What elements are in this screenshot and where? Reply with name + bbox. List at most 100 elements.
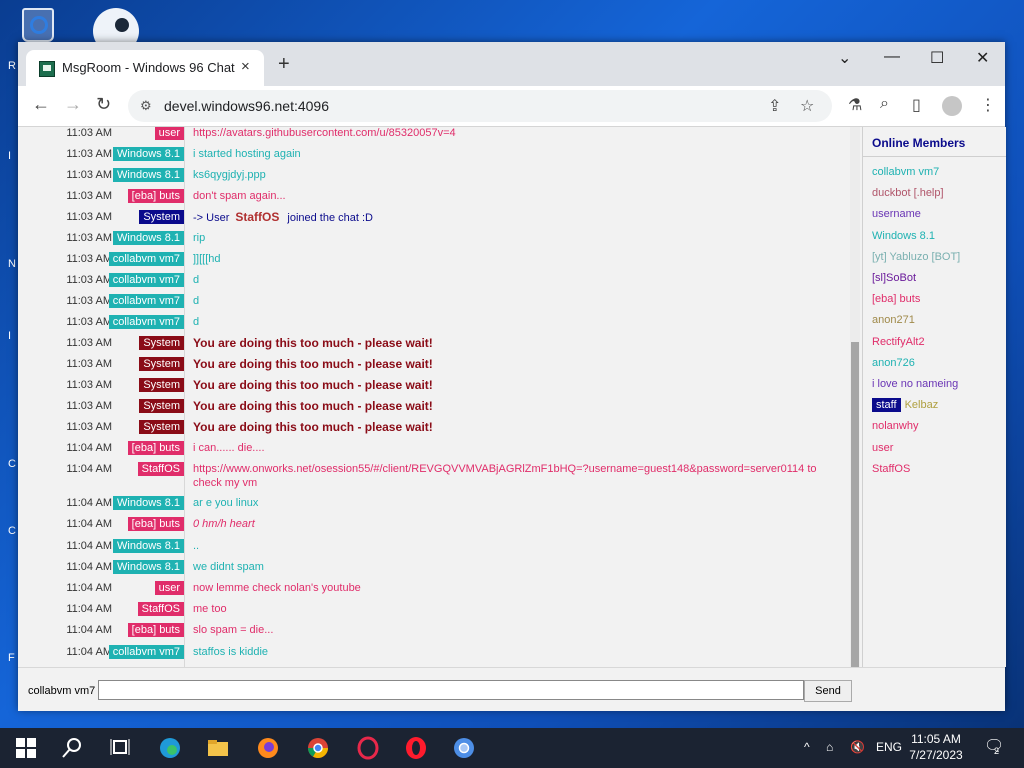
member-item[interactable]: user <box>872 442 893 454</box>
back-arrow-icon[interactable]: ← <box>32 94 50 115</box>
member-item[interactable]: anon726 <box>872 357 915 369</box>
member-item[interactable]: [yt] Yabluzo [BOT] <box>872 251 960 263</box>
member-item[interactable]: collabvm vm7 <box>872 166 939 178</box>
message-username[interactable]: collabvm vm7 <box>108 273 184 287</box>
tab-close-icon[interactable]: × <box>241 58 250 75</box>
message-text: rip <box>193 232 206 244</box>
task-view-icon[interactable] <box>108 736 132 760</box>
member-item[interactable]: RectifyAlt2 <box>872 336 925 348</box>
opera-gx-icon[interactable] <box>356 736 380 760</box>
maximize-button[interactable]: ☐ <box>930 48 944 68</box>
file-explorer-icon[interactable] <box>206 736 230 760</box>
message-text: ]][[[hd <box>193 253 221 265</box>
message-username[interactable]: collabvm vm7 <box>108 645 184 659</box>
clock[interactable]: 11:05 AM 7/27/2023 <box>906 731 966 763</box>
member-item[interactable]: staff Kelbaz <box>872 398 939 413</box>
recycle-bin-icon[interactable] <box>16 6 60 42</box>
desktop-icon-label: C <box>8 458 16 470</box>
windows-start-icon[interactable] <box>14 736 38 760</box>
address-bar[interactable]: ⚙ devel.windows96.net:4096 ⇪ ☆ <box>128 90 832 122</box>
menu-dots-icon[interactable]: ⋮ <box>980 95 996 115</box>
chromium-icon[interactable] <box>452 736 476 760</box>
send-button[interactable]: Send <box>804 680 852 702</box>
desktop-icon-label: C <box>8 525 16 537</box>
message-text: You are doing this too much - please wai… <box>193 336 433 350</box>
scrollbar-thumb[interactable] <box>851 342 859 667</box>
labs-flask-icon[interactable]: ⚗ <box>848 95 862 115</box>
message-username[interactable]: [eba] buts <box>127 623 184 637</box>
opera-icon[interactable] <box>404 736 428 760</box>
new-tab-button[interactable]: + <box>278 54 290 74</box>
message-time: 11:04 AM <box>66 442 112 454</box>
message-username[interactable]: StaffOS <box>137 602 184 616</box>
message-username[interactable]: System <box>139 420 184 434</box>
tab-msgroom[interactable]: MsgRoom - Windows 96 Chat × <box>26 50 264 86</box>
share-icon[interactable]: ⇪ <box>768 96 781 116</box>
message-username[interactable]: collabvm vm7 <box>108 315 184 329</box>
desktop-icon-label: N <box>8 258 16 270</box>
message-text: d <box>193 295 200 307</box>
member-item[interactable]: [eba] buts <box>872 293 920 305</box>
message-username[interactable]: Windows 8.1 <box>113 231 184 245</box>
url-text[interactable]: devel.windows96.net:4096 <box>164 98 329 114</box>
member-item[interactable]: nolanwhy <box>872 420 918 432</box>
message-username[interactable]: [eba] buts <box>127 517 184 531</box>
message-username[interactable]: [eba] buts <box>127 189 184 203</box>
site-info-icon[interactable]: ⚙ <box>140 98 152 114</box>
message-text: https://avatars.githubusercontent.com/u/… <box>193 127 456 139</box>
message-username[interactable]: Windows 8.1 <box>113 168 184 182</box>
message-username[interactable]: System <box>139 336 184 350</box>
language-indicator[interactable]: ENG <box>876 740 902 754</box>
message-username[interactable]: System <box>139 378 184 392</box>
message-username[interactable]: collabvm vm7 <box>108 252 184 266</box>
chat-input-bar: collabvm vm7 Send <box>18 667 1005 711</box>
message-username[interactable]: [eba] buts <box>127 441 184 455</box>
message-time: 11:03 AM <box>66 211 112 223</box>
search-icon[interactable]: ⌕ <box>880 95 889 113</box>
tab-search-icon[interactable]: ⌄ <box>838 48 851 68</box>
message-username[interactable]: Windows 8.1 <box>113 147 184 161</box>
member-item[interactable]: anon271 <box>872 314 915 326</box>
message-username[interactable]: System <box>139 210 184 224</box>
message-username[interactable]: collabvm vm7 <box>108 294 184 308</box>
close-window-button[interactable]: ✕ <box>976 48 989 68</box>
message-username[interactable]: System <box>139 399 184 413</box>
chrome-icon[interactable] <box>306 736 330 760</box>
message-text: .. <box>193 540 200 552</box>
steam-icon[interactable] <box>93 8 139 54</box>
firefox-icon[interactable] <box>256 736 280 760</box>
edge-icon[interactable] <box>158 736 182 760</box>
side-panel-icon[interactable]: ▯ <box>912 95 921 115</box>
message-username[interactable]: Windows 8.1 <box>113 560 184 574</box>
forward-arrow-icon[interactable]: → <box>64 94 82 115</box>
message-username[interactable]: user <box>154 127 184 140</box>
member-item[interactable]: duckbot [.help] <box>872 187 944 199</box>
tab-title: MsgRoom - Windows 96 Chat <box>62 60 235 75</box>
member-item[interactable]: i love no nameing <box>872 378 958 390</box>
message-username[interactable]: user <box>154 581 184 595</box>
reload-icon[interactable]: ↻ <box>96 94 111 115</box>
message-username[interactable]: System <box>139 357 184 371</box>
message-text: we didnt spam <box>193 561 264 573</box>
bookmark-star-icon[interactable]: ☆ <box>800 96 814 116</box>
show-hidden-icons-icon[interactable]: ^ <box>804 740 810 754</box>
message-input[interactable] <box>98 680 804 700</box>
member-item[interactable]: Windows 8.1 <box>872 230 935 242</box>
message-username[interactable]: Windows 8.1 <box>113 539 184 553</box>
profile-avatar[interactable] <box>942 96 962 116</box>
message-username[interactable]: Windows 8.1 <box>113 496 184 510</box>
minimize-button[interactable]: — <box>884 48 900 66</box>
message-username[interactable]: StaffOS <box>137 462 184 476</box>
member-name: [yt] Yabluzo [BOT] <box>872 250 961 263</box>
member-item[interactable]: StaffOS <box>872 463 910 475</box>
nickname-label[interactable]: collabvm vm7 <box>28 685 95 697</box>
chat-scrollbar[interactable] <box>850 127 860 667</box>
member-item[interactable]: username <box>872 208 921 220</box>
msgroom-favicon-icon <box>39 61 55 77</box>
volume-muted-icon[interactable]: 🔇 <box>850 740 865 754</box>
message-text: slo spam = die... <box>193 624 274 636</box>
network-icon[interactable]: ⌂ <box>826 740 833 754</box>
member-item[interactable]: [sl]SoBot <box>872 272 916 284</box>
search-icon[interactable] <box>60 736 84 760</box>
member-name: Kelbaz <box>904 399 939 412</box>
